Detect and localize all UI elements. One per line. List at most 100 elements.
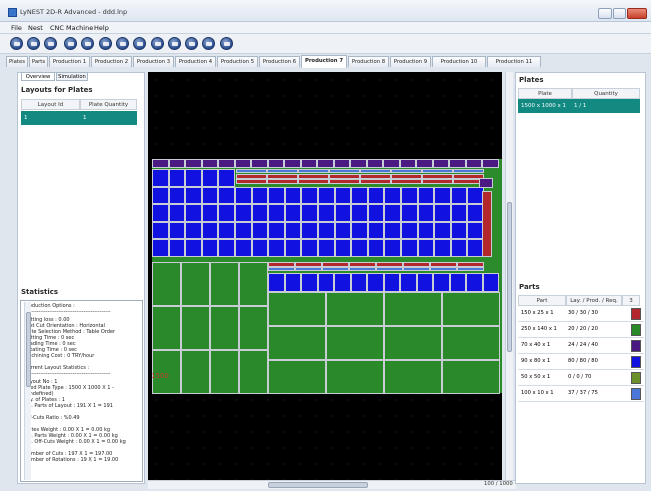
part-150x25[interactable] (298, 179, 329, 184)
part-90x80[interactable] (367, 186, 385, 204)
part-90x80[interactable] (201, 186, 219, 204)
part-250x140[interactable] (239, 350, 268, 394)
part-90x80[interactable] (152, 239, 169, 257)
part-90x80[interactable] (383, 273, 400, 292)
tab-production-7[interactable]: Production 7 (301, 55, 347, 68)
part-90x80[interactable] (201, 169, 219, 187)
part-90x80[interactable] (152, 169, 169, 187)
part-row[interactable]: 50 x 50 x 1 0 / 0 / 70 (518, 370, 644, 386)
part-70x40[interactable] (251, 159, 268, 168)
part-70x40[interactable] (465, 159, 482, 168)
part-90x80[interactable] (185, 221, 202, 239)
part-70x40[interactable] (350, 159, 367, 168)
zoom-in-icon[interactable] (151, 37, 164, 50)
part-90x80[interactable] (235, 221, 252, 239)
part-250x140[interactable] (268, 326, 326, 360)
part-150x25[interactable] (391, 179, 422, 184)
part-90x80[interactable] (152, 221, 169, 239)
subtab-overview[interactable]: Overview (21, 72, 55, 81)
part-90x80[interactable] (400, 273, 417, 292)
part-250x140[interactable] (268, 292, 326, 326)
maximize-button[interactable] (613, 8, 626, 19)
part-250x140[interactable] (239, 306, 268, 350)
part-90x80[interactable] (235, 186, 252, 204)
part-100x10[interactable] (295, 267, 322, 271)
part-250x140[interactable] (181, 350, 210, 394)
tab-parts[interactable]: Parts (29, 56, 48, 67)
part-150x25[interactable] (360, 179, 391, 184)
part-250x140[interactable] (384, 326, 442, 360)
part-250x140[interactable] (210, 306, 239, 350)
part-90x80[interactable] (185, 186, 202, 204)
tab-production-9[interactable]: Production 9 (390, 56, 431, 67)
tab-plates[interactable]: Plates (6, 56, 28, 67)
part-row[interactable]: 90 x 80 x 1 80 / 80 / 80 (518, 354, 644, 370)
part-90x80[interactable] (268, 204, 285, 222)
part-90x80[interactable] (168, 169, 186, 187)
tab-production-10[interactable]: Production 10 (432, 56, 486, 67)
part-70x40[interactable] (218, 159, 235, 168)
tab-production-3[interactable]: Production 3 (133, 56, 174, 67)
part-70x40[interactable] (366, 159, 383, 168)
part-250x140[interactable] (442, 292, 500, 326)
part-100x10[interactable] (267, 169, 298, 173)
part-150x25[interactable] (267, 179, 298, 184)
part-90x80[interactable] (218, 204, 235, 222)
part-90x80[interactable] (235, 239, 252, 257)
part-90x80[interactable] (401, 204, 418, 222)
part-90x80[interactable] (201, 204, 219, 222)
part-90x80[interactable] (268, 273, 285, 292)
part-100x10[interactable] (453, 169, 484, 173)
part-90x80[interactable] (152, 186, 169, 204)
part-70x40[interactable] (152, 159, 169, 168)
part-70x40[interactable] (416, 159, 433, 168)
menu-cnc-machine[interactable]: CNC Machine (50, 24, 93, 32)
part-250x140[interactable] (268, 360, 326, 394)
part-90x80[interactable] (168, 239, 186, 257)
minimize-button[interactable] (598, 8, 612, 19)
part-70x40[interactable] (383, 159, 400, 168)
part-90x80[interactable] (301, 239, 318, 257)
part-90x80[interactable] (218, 169, 235, 187)
scroll-thumb[interactable] (507, 202, 512, 352)
part-70x40[interactable] (399, 159, 416, 168)
part-150x25[interactable] (422, 179, 453, 184)
part-150x25[interactable] (236, 179, 267, 184)
part-90x80[interactable] (350, 273, 367, 292)
part-90x80[interactable] (434, 204, 451, 222)
part-90x80[interactable] (384, 239, 401, 257)
part-90x80[interactable] (384, 186, 401, 204)
part-90x80[interactable] (152, 204, 169, 222)
nesting-canvas[interactable]: 1500 (148, 72, 502, 483)
part-90x80[interactable] (450, 204, 468, 222)
report-icon[interactable] (133, 37, 146, 50)
part-70x40[interactable] (234, 159, 251, 168)
nest-icon[interactable] (64, 37, 77, 50)
part-70x40[interactable] (168, 159, 185, 168)
part-250x140[interactable] (181, 262, 210, 306)
part-250x140[interactable] (326, 292, 384, 326)
part-250x140[interactable] (442, 326, 500, 360)
part-70x40[interactable] (284, 159, 301, 168)
part-90x80[interactable] (334, 221, 352, 239)
part-90x80[interactable] (384, 204, 401, 222)
part-250x140[interactable] (326, 360, 384, 394)
subtab-simulation[interactable]: Simulation (56, 72, 88, 81)
part-90x80[interactable] (450, 186, 468, 204)
scroll-thumb[interactable] (26, 312, 31, 387)
part-90x80[interactable] (301, 273, 318, 292)
part-90x80[interactable] (401, 239, 418, 257)
part-90x80[interactable] (185, 204, 202, 222)
part-90x80[interactable] (218, 186, 235, 204)
part-70x40[interactable] (482, 159, 499, 168)
part-100x10[interactable] (268, 267, 295, 271)
part-90x80[interactable] (284, 186, 302, 204)
part-100x10[interactable] (349, 267, 376, 271)
tab-production-2[interactable]: Production 2 (91, 56, 132, 67)
part-90x80[interactable] (351, 186, 368, 204)
part-90x80[interactable] (401, 186, 418, 204)
tab-production-11[interactable]: Production 11 (487, 56, 541, 67)
part-90x80[interactable] (284, 204, 302, 222)
part-90x80[interactable] (482, 273, 499, 292)
save-icon[interactable] (44, 37, 57, 50)
